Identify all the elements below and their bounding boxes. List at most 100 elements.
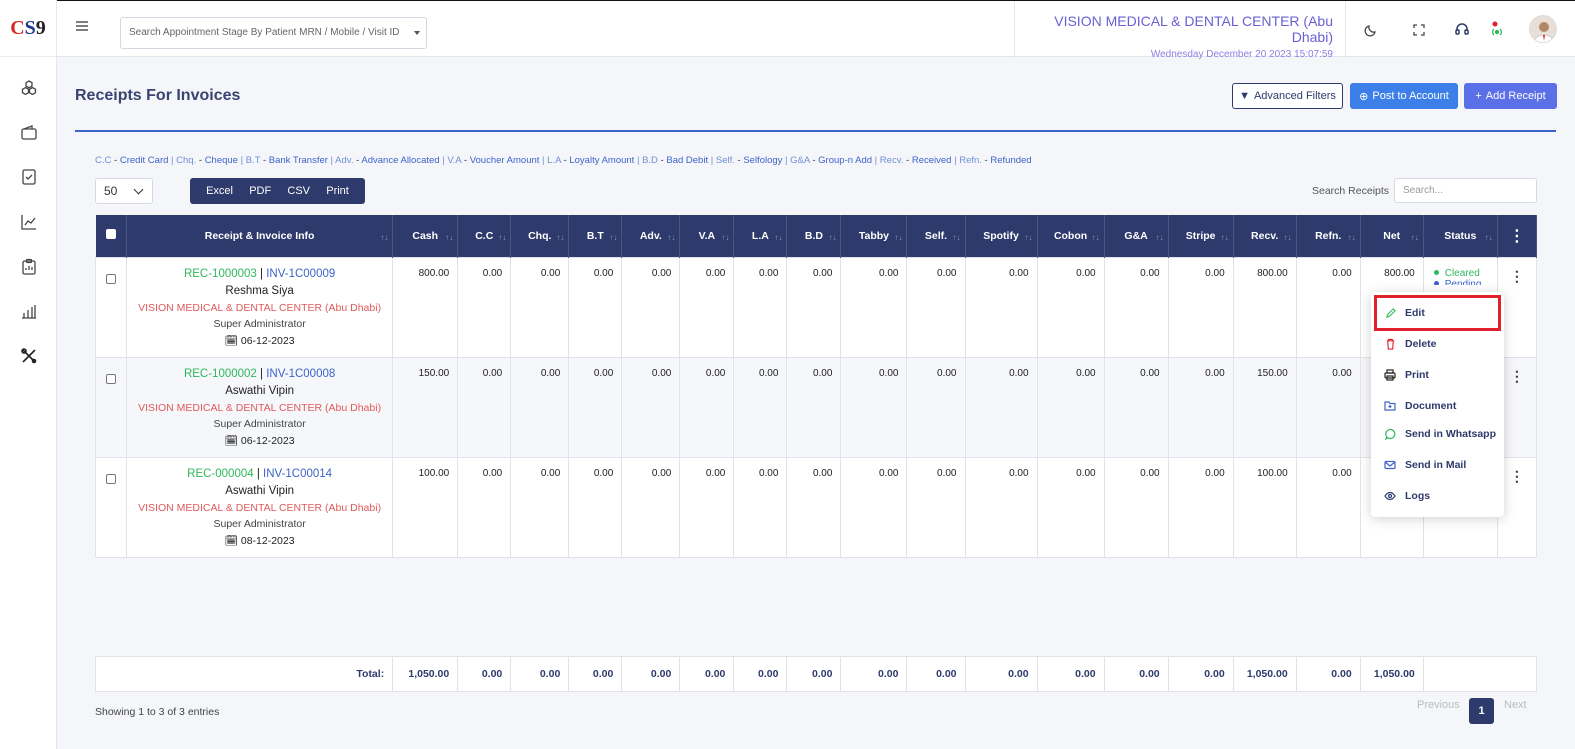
invoice-number-link[interactable]: INV-1C00014 (263, 468, 332, 480)
row-checkbox[interactable] (106, 373, 116, 384)
amount-cell: 150.00 (1232, 356, 1297, 458)
whatsapp-icon (1384, 428, 1396, 440)
page-title: Receipts For Invoices (75, 87, 241, 104)
row-checkbox[interactable] (106, 473, 116, 484)
abbreviation-legend: C.C - Credit Card | Chq. - Cheque | B.T … (95, 155, 1032, 166)
amount-cell: 0.00 (786, 256, 842, 358)
sort-icon: ↑↓ (952, 233, 961, 242)
receipt-number-link[interactable]: REC-000004 (187, 468, 253, 480)
column-header[interactable]: Chq. ↑↓ (510, 215, 570, 257)
sort-icon: ↑↓ (1220, 233, 1229, 242)
csv-button[interactable]: CSV (287, 185, 310, 197)
post-to-account-button[interactable]: ⊕ Post to Account (1350, 83, 1458, 109)
legend-meaning: Selfology (743, 155, 783, 166)
checklist-icon[interactable] (18, 166, 40, 188)
amount-cell: 0.00 (679, 256, 735, 358)
sort-icon: ↑↓ (1347, 233, 1356, 242)
column-header[interactable]: Self. ↑↓ (906, 215, 966, 257)
amount-cell: 0.00 (1103, 256, 1169, 358)
column-header[interactable]: C.C ↑↓ (457, 215, 512, 257)
clinic-name: VISION MEDICAL & DENTAL CENTER (Abu Dhab… (138, 401, 382, 414)
menu-toggle-icon[interactable] (75, 19, 95, 39)
menu-item-send-in-whatsapp[interactable]: Send in Whatsapp (1371, 419, 1504, 449)
column-header[interactable]: Receipt & Invoice Info ↑↓ (126, 215, 394, 257)
search-receipts-input[interactable]: Search... (1394, 178, 1537, 203)
clipboard-icon[interactable] (18, 256, 40, 278)
column-header[interactable]: Recv. ↑↓ (1233, 215, 1297, 257)
menu-item-delete[interactable]: Delete (1371, 329, 1504, 359)
search-receipts-label: Search Receipts (1312, 185, 1390, 197)
column-header[interactable]: Tabby ↑↓ (840, 215, 908, 257)
column-header[interactable]: Spotify ↑↓ (965, 215, 1038, 257)
legend-abbr: G&A (790, 155, 810, 166)
amount-cell: 0.00 (1103, 356, 1169, 458)
column-header[interactable]: L.A ↑↓ (733, 215, 788, 257)
amount-cell: 0.00 (1295, 456, 1361, 558)
bar-chart-icon[interactable] (18, 300, 40, 322)
tools-icon[interactable] (18, 345, 40, 367)
pdf-button[interactable]: PDF (249, 185, 271, 197)
trend-chart-icon[interactable] (18, 211, 40, 233)
column-header-label: Refn. (1315, 229, 1342, 242)
column-header[interactable]: V.A ↑↓ (679, 215, 735, 257)
amount-cell: 0.00 (1167, 456, 1234, 558)
amount-cell: 0.00 (964, 256, 1038, 358)
broadcast-icon[interactable] (1486, 19, 1508, 41)
amount-cell: 0.00 (733, 356, 788, 458)
total-cell: 1,050.00 (1232, 656, 1297, 692)
column-header[interactable]: Cash ↑↓ (392, 215, 459, 257)
select-all-checkbox[interactable] (105, 229, 116, 240)
app-logo[interactable]: CS9 (0, 0, 56, 57)
moon-icon[interactable] (1360, 19, 1382, 41)
column-options-button[interactable]: ⋮ (1497, 215, 1538, 257)
amount-cell: 100.00 (1232, 456, 1297, 558)
column-header[interactable]: Refn. ↑↓ (1296, 215, 1361, 257)
total-cell: 0.00 (1295, 656, 1361, 692)
sort-icon: ↑↓ (1091, 233, 1100, 242)
amount-cell: 0.00 (906, 356, 966, 458)
add-receipt-button[interactable]: + Add Receipt (1464, 83, 1557, 109)
menu-item-send-in-mail[interactable]: Send in Mail (1371, 450, 1504, 480)
wallet-icon[interactable] (18, 122, 40, 144)
table-row: REC-1000002 | INV-1C00008 Aswathi Vipin VI… (94, 356, 1538, 458)
column-header[interactable]: Cobon ↑↓ (1037, 215, 1105, 257)
previous-page-button[interactable]: Previous (1417, 699, 1460, 711)
row-select-cell (94, 356, 128, 458)
column-header[interactable]: Status ↑↓ (1423, 215, 1498, 257)
page-1-button[interactable]: 1 (1469, 698, 1494, 724)
row-select-cell (94, 256, 128, 358)
invoice-number-link[interactable]: INV-1C00008 (266, 368, 335, 380)
column-header[interactable]: B.T ↑↓ (568, 215, 623, 257)
column-header[interactable]: Net ↑↓ (1360, 215, 1424, 257)
column-header[interactable]: B.D ↑↓ (786, 215, 842, 257)
headset-icon[interactable] (1451, 19, 1473, 41)
menu-item-logs[interactable]: Logs (1371, 481, 1504, 511)
clinic-name: VISION MEDICAL & DENTAL CENTER (Abu Dhab… (138, 301, 382, 314)
highlight-box (1374, 295, 1501, 331)
amount-cell: 0.00 (906, 456, 966, 558)
clinic-name: VISION MEDICAL & DENTAL CENTER (Abu Dhab… (138, 501, 382, 514)
amount-cell: 800.00 (392, 256, 459, 358)
page-length-select[interactable]: 50 (95, 178, 153, 204)
legend-meaning: Bank Transfer (268, 155, 328, 166)
user-avatar[interactable] (1529, 15, 1557, 43)
menu-item-document[interactable]: Document (1371, 391, 1504, 421)
advanced-filters-button[interactable]: ▼ Advanced Filters (1232, 83, 1343, 109)
receipt-number-link[interactable]: REC-1000002 (184, 368, 257, 380)
chevron-down-icon (133, 184, 144, 195)
invoice-number-link[interactable]: INV-1C00009 (266, 268, 335, 280)
excel-button[interactable]: Excel (206, 185, 233, 197)
cubes-icon[interactable] (18, 77, 40, 99)
column-header[interactable]: G&A ↑↓ (1104, 215, 1169, 257)
column-header[interactable]: Adv. ↑↓ (621, 215, 681, 257)
next-page-button[interactable]: Next (1504, 699, 1527, 711)
menu-item-print[interactable]: Print (1371, 360, 1504, 390)
print-button[interactable]: Print (326, 185, 349, 197)
sort-icon: ↑↓ (445, 233, 454, 242)
amount-cell: 0.00 (1103, 456, 1169, 558)
appointment-search-select[interactable]: Search Appointment Stage By Patient MRN … (120, 17, 427, 49)
fullscreen-icon[interactable] (1408, 19, 1430, 41)
receipt-number-link[interactable]: REC-1000003 (184, 268, 257, 280)
column-header[interactable]: Stripe ↑↓ (1168, 215, 1234, 257)
row-checkbox[interactable] (106, 273, 116, 284)
